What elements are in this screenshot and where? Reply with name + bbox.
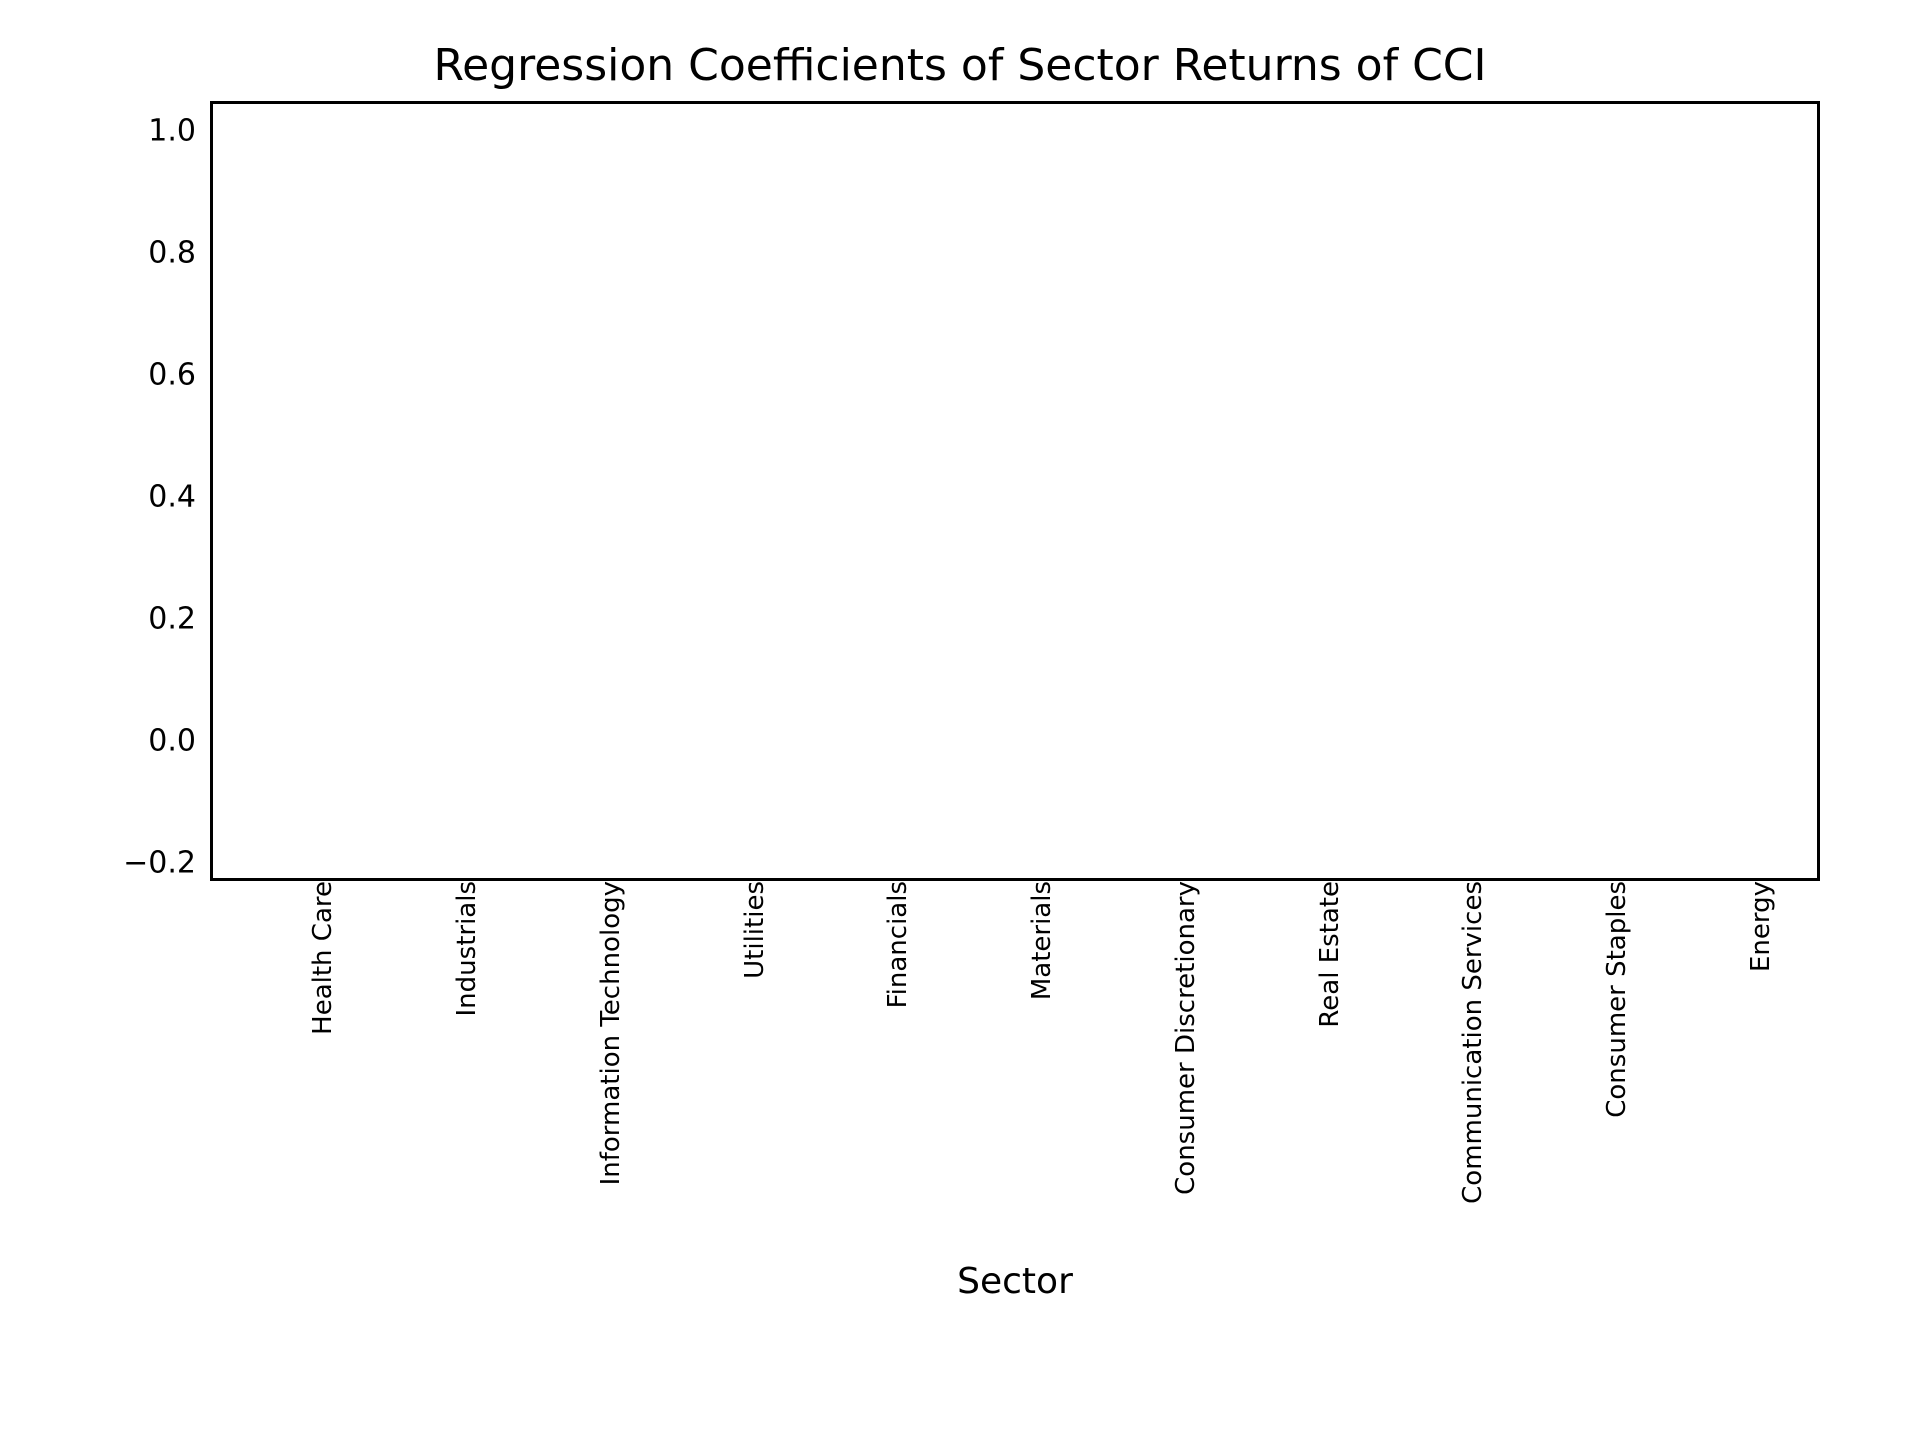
x-tick-label: Consumer Staples [1590, 881, 1632, 1118]
x-tick-label: Health Care [296, 881, 338, 1035]
x-tick-label: Consumer Discretionary [1159, 881, 1201, 1195]
x-tick-label: Energy [1734, 881, 1776, 972]
x-tick-label: Materials [1015, 881, 1057, 1000]
x-tick-label: Financials [871, 881, 913, 1008]
x-tick-label: Communication Services [1446, 881, 1488, 1204]
y-tick-label: −0.2 [123, 845, 210, 880]
y-tick-label: 0.2 [148, 601, 210, 636]
y-tick-label: 0.6 [148, 358, 210, 393]
chart-plot-area: Regression Coefficients −0.20.00.20.40.6… [210, 101, 1820, 881]
x-tick-label: Real Estate [1303, 881, 1345, 1028]
chart-title: Regression Coefficients of Sector Return… [60, 40, 1860, 91]
y-tick-label: 0.0 [148, 723, 210, 758]
x-tick-label: Industrials [440, 881, 482, 1016]
y-tick-label: 0.4 [148, 480, 210, 515]
x-tick-label: Information Technology [584, 881, 626, 1185]
x-axis-label: Sector [957, 1261, 1073, 1302]
plot-border [210, 101, 1820, 881]
y-tick-label: 1.0 [148, 114, 210, 149]
x-tick-label: Utilities [728, 881, 770, 979]
y-tick-label: 0.8 [148, 236, 210, 271]
